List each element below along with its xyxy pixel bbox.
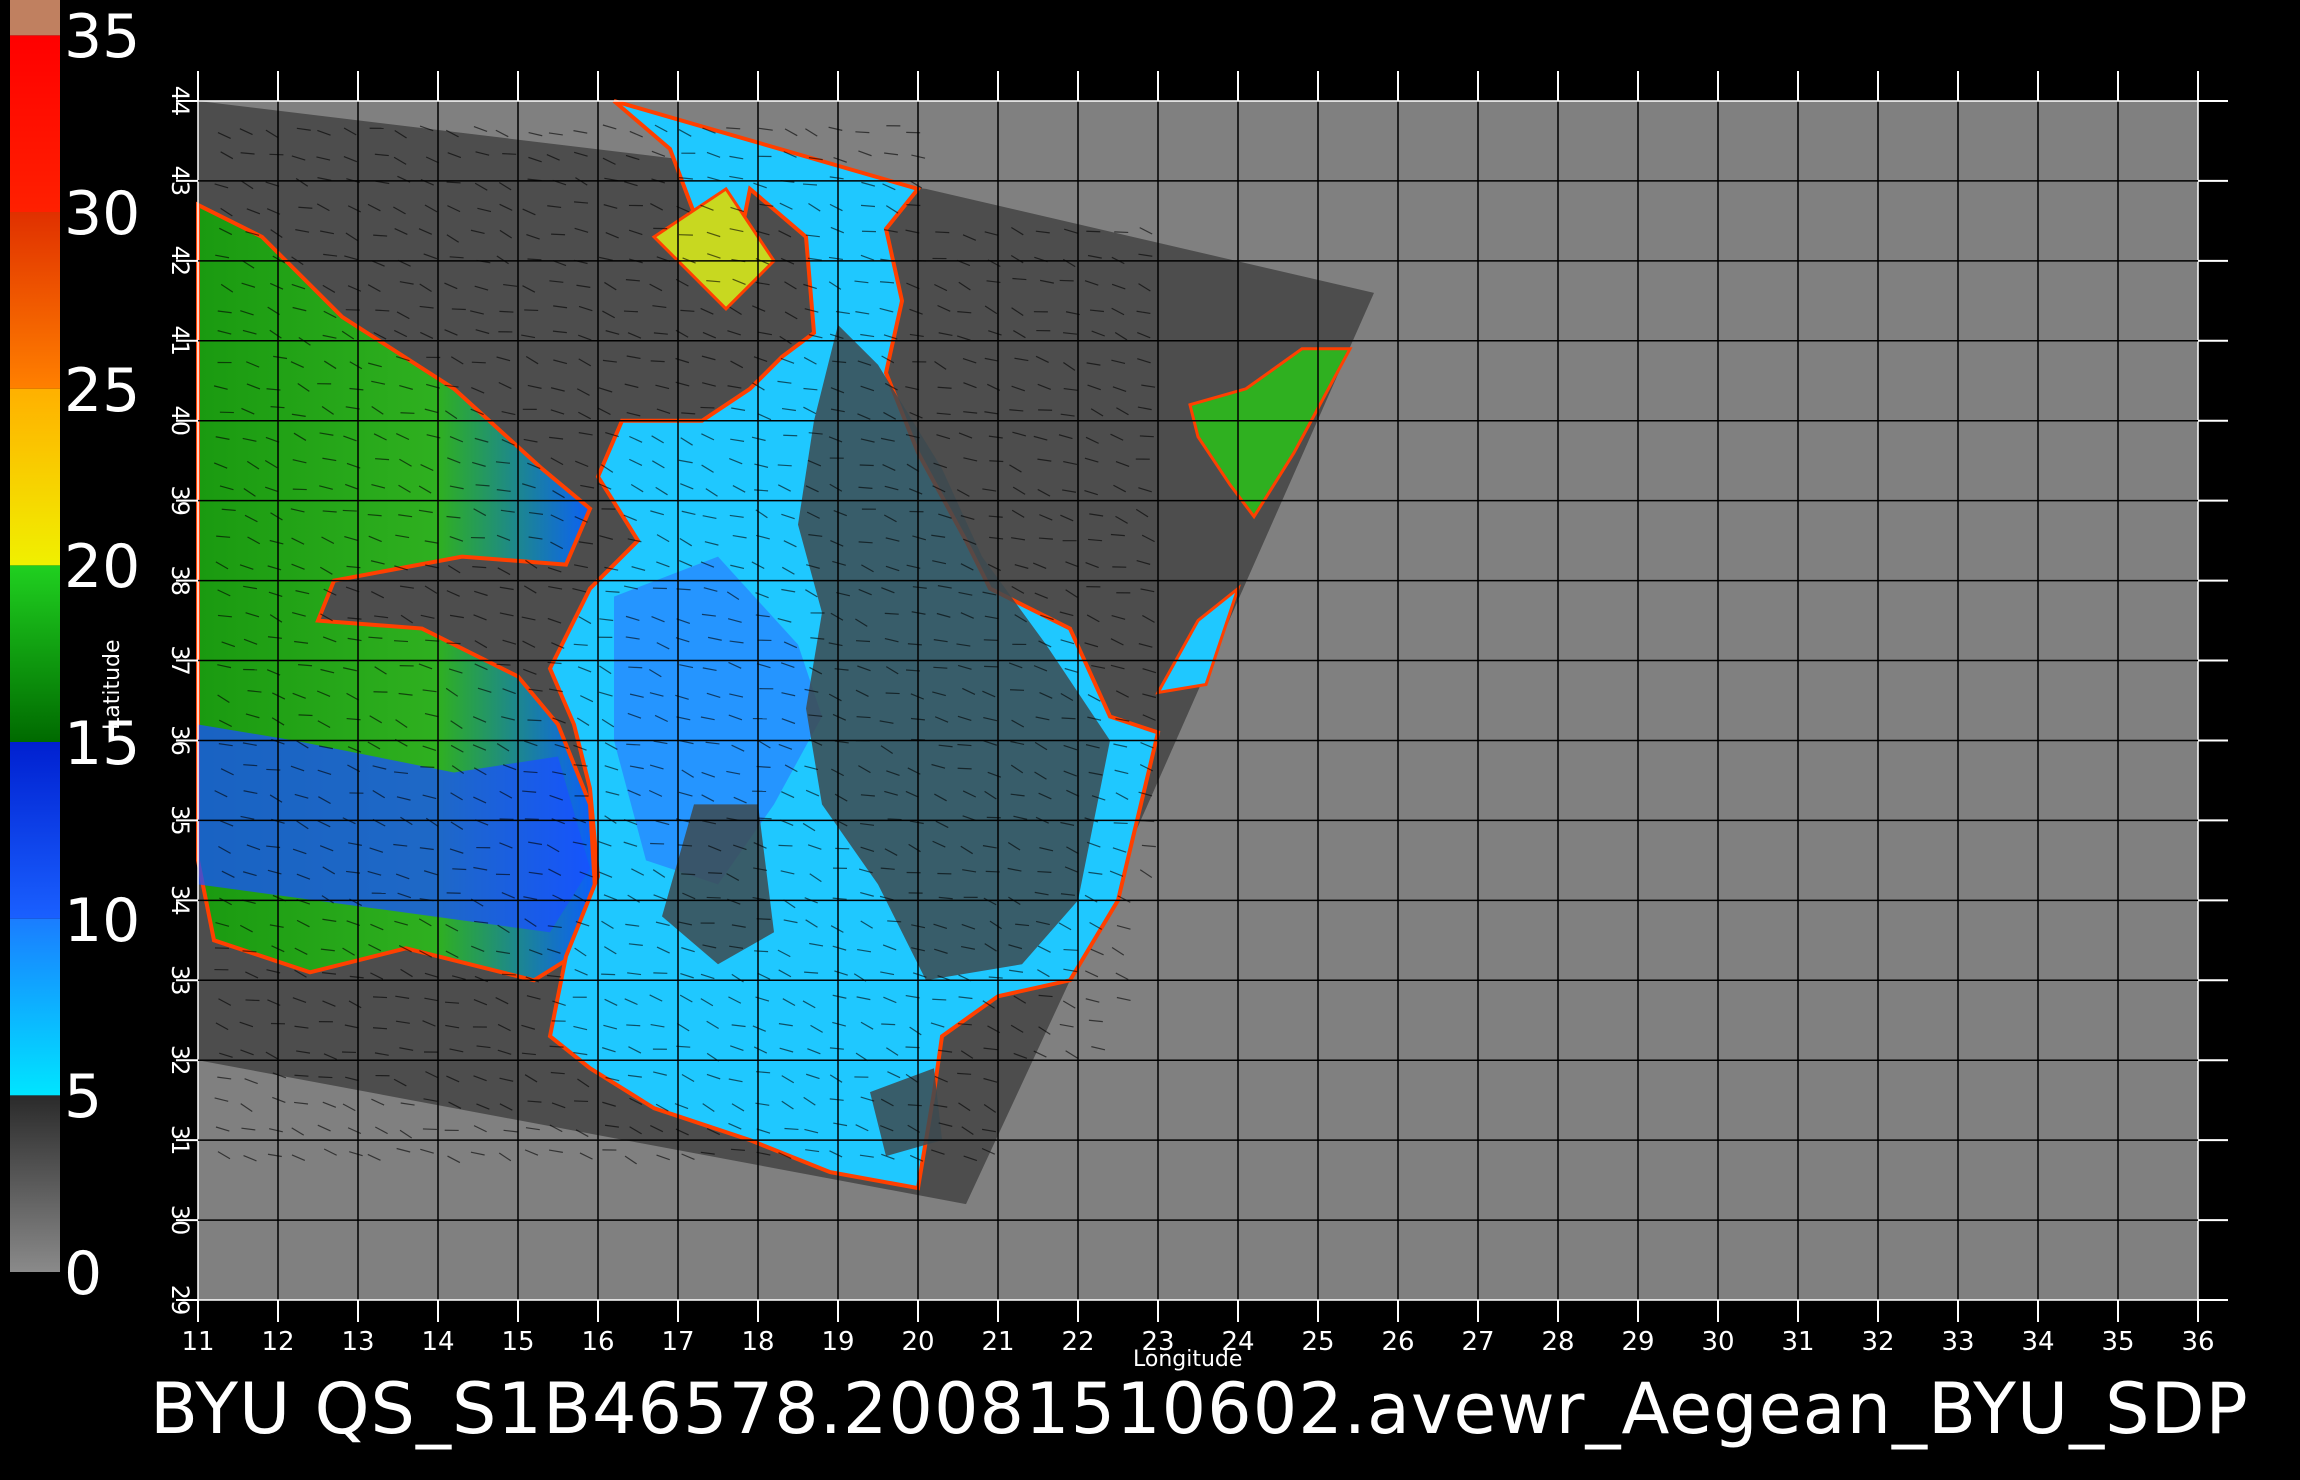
y-tick-label: 34 bbox=[166, 885, 194, 916]
x-tick-label: 29 bbox=[1621, 1327, 1654, 1357]
wind-vector bbox=[471, 361, 486, 364]
wind-vector bbox=[342, 509, 357, 512]
x-tick-label: 28 bbox=[1541, 1327, 1574, 1357]
wind-vector bbox=[527, 719, 542, 722]
wind-vector bbox=[446, 181, 461, 184]
x-tick-label: 27 bbox=[1461, 1327, 1494, 1357]
y-tick-label: 41 bbox=[166, 326, 194, 357]
wind-vector bbox=[628, 666, 643, 669]
x-tick-label: 15 bbox=[501, 1327, 534, 1357]
wind-vector bbox=[502, 152, 517, 155]
wind-vector bbox=[708, 872, 723, 874]
wind-vector bbox=[626, 1024, 641, 1027]
wind-vector bbox=[935, 231, 950, 234]
wind-vector bbox=[501, 973, 516, 976]
y-tick-label: 38 bbox=[166, 565, 194, 596]
x-tick-label: 31 bbox=[1781, 1327, 1814, 1357]
x-tick-label: 20 bbox=[901, 1327, 934, 1357]
wind-vector bbox=[778, 844, 793, 847]
x-tick-label: 22 bbox=[1061, 1327, 1094, 1357]
wind-vector bbox=[626, 743, 641, 746]
y-tick-label: 44 bbox=[166, 86, 194, 117]
wind-vector bbox=[245, 999, 260, 1002]
wind-vector bbox=[1113, 822, 1128, 825]
x-tick-label: 33 bbox=[1941, 1327, 1974, 1357]
x-tick-label: 36 bbox=[2181, 1327, 2214, 1357]
wind-vector bbox=[422, 1128, 437, 1131]
y-tick-label: 42 bbox=[166, 246, 194, 277]
x-tick-label: 26 bbox=[1381, 1327, 1414, 1357]
wind-vector bbox=[757, 817, 772, 820]
wind-vector bbox=[1063, 948, 1078, 951]
y-tick-label: 40 bbox=[166, 405, 194, 436]
figure: 35 30 25 20 15 10 5 0 11 12 13 14 15 16 17 18 19 20 21 22 2… bbox=[0, 0, 2300, 1480]
wind-vector bbox=[856, 640, 871, 643]
wind-vector bbox=[452, 868, 467, 871]
y-tick-label: 30 bbox=[166, 1205, 194, 1236]
y-tick-label: 31 bbox=[166, 1125, 194, 1156]
y-tick-label: 39 bbox=[166, 485, 194, 516]
y-tick-label: 33 bbox=[166, 965, 194, 996]
wind-vector bbox=[298, 714, 313, 717]
footer-title: BYU QS_S1B46578.20081510602.avewr_Aegean… bbox=[150, 1368, 2249, 1450]
x-tick-label: 35 bbox=[2101, 1327, 2134, 1357]
x-tick-label: 30 bbox=[1701, 1327, 1734, 1357]
x-tick-label: 17 bbox=[661, 1327, 694, 1357]
wind-vector bbox=[983, 639, 998, 641]
wind-vector bbox=[887, 818, 902, 821]
wind-vector bbox=[1139, 435, 1154, 438]
wind-vector bbox=[1061, 717, 1076, 720]
wind-vector bbox=[881, 1023, 896, 1026]
wind-vector bbox=[496, 663, 511, 666]
wind-vector bbox=[499, 310, 514, 313]
wind-vector bbox=[957, 767, 972, 770]
wind-vector bbox=[1010, 689, 1025, 691]
x-tick-label: 19 bbox=[821, 1327, 854, 1357]
x-tick-label: 21 bbox=[981, 1327, 1014, 1357]
x-tick-label: 11 bbox=[181, 1327, 214, 1357]
wind-vector bbox=[885, 692, 900, 695]
wind-vector bbox=[1114, 231, 1129, 234]
y-tick-label: 43 bbox=[166, 166, 194, 197]
y-tick-label: 32 bbox=[166, 1045, 194, 1076]
wind-vector bbox=[859, 464, 874, 467]
wind-vector bbox=[884, 612, 899, 615]
wind-vector bbox=[681, 873, 696, 876]
wind-vector bbox=[551, 233, 566, 236]
wind-vector bbox=[777, 464, 792, 467]
wind-vector bbox=[527, 258, 542, 261]
y-tick-label: 36 bbox=[166, 725, 194, 756]
wind-vector bbox=[375, 309, 390, 312]
x-tick-label: 25 bbox=[1301, 1327, 1334, 1357]
wind-vector bbox=[623, 310, 638, 313]
wind-vector bbox=[373, 996, 388, 999]
x-tick-label: 34 bbox=[2021, 1327, 2054, 1357]
x-tick-label: 32 bbox=[1861, 1327, 1894, 1357]
wind-vector bbox=[400, 412, 415, 414]
x-tick-label: 14 bbox=[421, 1327, 454, 1357]
x-tick-label: 13 bbox=[341, 1327, 374, 1357]
map-plot: 11 12 13 14 15 16 17 18 19 20 21 22 23 24 25 26 27 28 29 30… bbox=[166, 71, 2228, 1357]
wind-vector bbox=[318, 1076, 333, 1079]
wind-vector bbox=[855, 131, 870, 134]
x-tick-label: 18 bbox=[741, 1327, 774, 1357]
wind-vector bbox=[451, 308, 466, 311]
y-axis-title: Latitude bbox=[100, 639, 125, 730]
y-tick-label: 37 bbox=[166, 645, 194, 676]
y-tick-label: 29 bbox=[166, 1285, 194, 1316]
wind-vector bbox=[754, 950, 769, 953]
x-tick-label: 12 bbox=[261, 1327, 294, 1357]
wind-vector bbox=[1037, 870, 1052, 874]
wind-vector bbox=[932, 998, 947, 1001]
wind-vector bbox=[650, 360, 665, 363]
y-tick-label: 35 bbox=[166, 805, 194, 836]
wind-vector bbox=[756, 918, 771, 920]
wind-vector bbox=[989, 460, 1004, 463]
x-tick-label: 16 bbox=[581, 1327, 614, 1357]
wind-vector bbox=[524, 309, 539, 312]
wind-vector bbox=[446, 642, 461, 645]
wind-vector bbox=[420, 766, 435, 768]
